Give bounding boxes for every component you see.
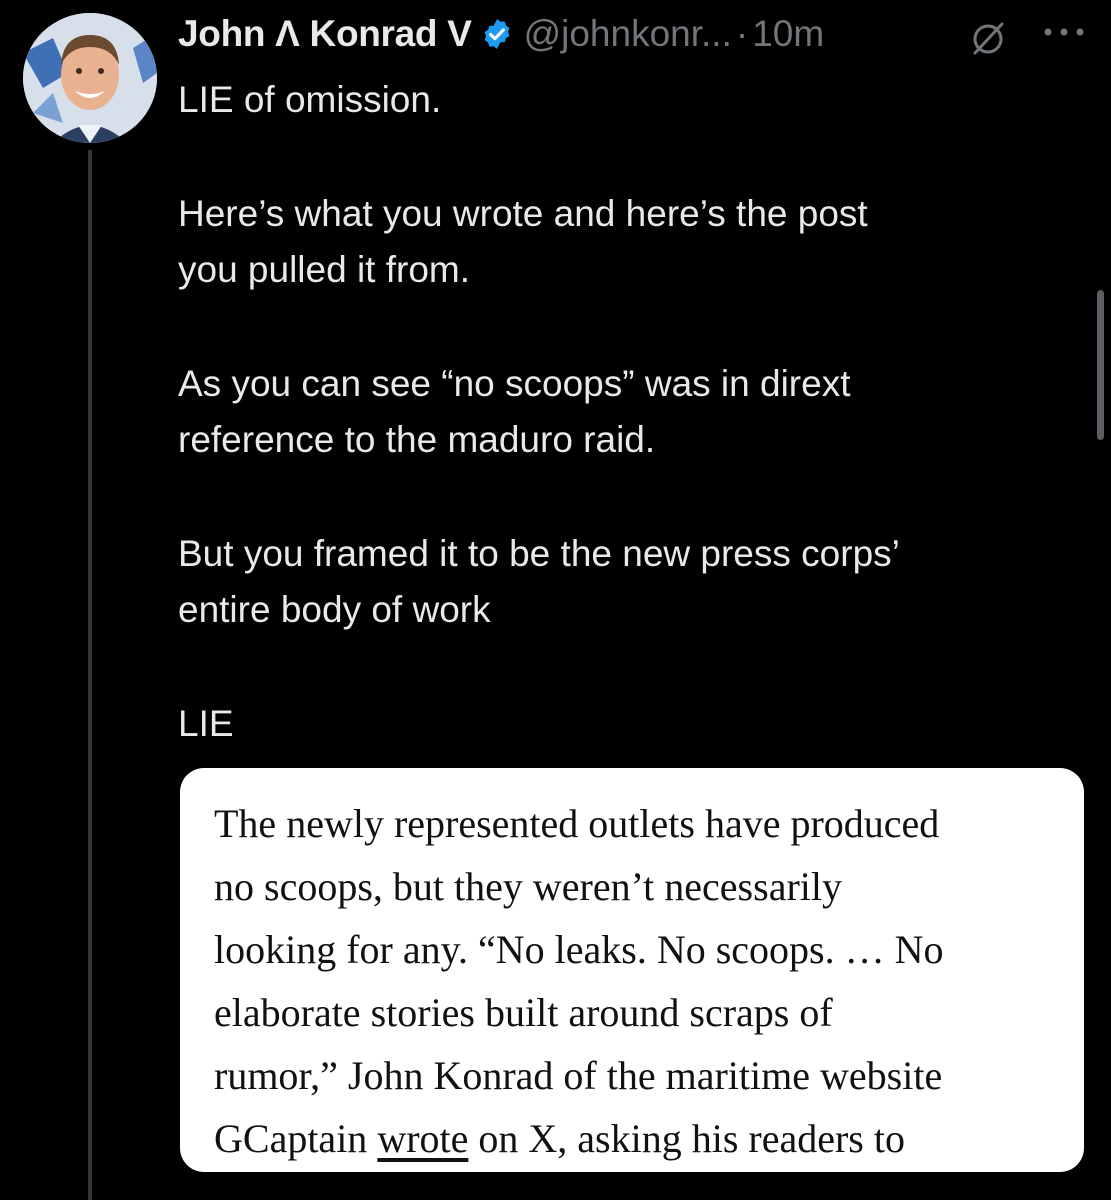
- quote-line: rumor,” John Konrad of the maritime webs…: [214, 1053, 943, 1098]
- quote-text: GCaptain: [214, 1116, 378, 1161]
- avatar-photo: [23, 13, 157, 143]
- author-handle[interactable]: @johnkonr...: [524, 13, 732, 55]
- scrollbar[interactable]: [1097, 290, 1104, 440]
- grok-icon[interactable]: [968, 18, 1008, 58]
- separator-dot: ·: [735, 13, 749, 54]
- attached-image[interactable]: The newly represented outlets have produ…: [180, 768, 1084, 1172]
- display-name[interactable]: John Λ Konrad V: [178, 13, 472, 55]
- avatar[interactable]: [23, 13, 157, 143]
- verified-badge-icon: [480, 17, 514, 51]
- more-icon[interactable]: [1040, 24, 1088, 40]
- quote-line: GCaptain wrote on X, asking his readers …: [214, 1107, 1050, 1170]
- tweet-line: entire body of work: [178, 589, 491, 630]
- tweet-text: LIE of omission. Here’s what you wrote a…: [178, 72, 1058, 752]
- tweet-line: But you framed it to be the new press co…: [178, 533, 900, 574]
- quote-line: looking for any. “No leaks. No scoops. ……: [214, 927, 944, 972]
- timestamp[interactable]: 10m: [752, 13, 824, 55]
- quote-line: no scoops, but they weren’t necessarily: [214, 864, 842, 909]
- tweet-line: you pulled it from.: [178, 249, 471, 290]
- tweet-header: John Λ Konrad V @johnkonr... · 10m: [178, 12, 824, 56]
- tweet-line: As you can see “no scoops” was in dirext: [178, 363, 851, 404]
- tweet-line: LIE: [178, 703, 234, 744]
- tweet-line: Here’s what you wrote and here’s the pos…: [178, 193, 868, 234]
- thread-line: [88, 150, 92, 1200]
- quote-line: The newly represented outlets have produ…: [214, 801, 940, 846]
- quote-text: on X, asking his readers to: [468, 1116, 905, 1161]
- tweet-line: reference to the maduro raid.: [178, 419, 656, 460]
- tweet-line: LIE of omission.: [178, 79, 442, 120]
- quote-line: elaborate stories built around scraps of: [214, 990, 833, 1035]
- wrote-link: wrote: [377, 1116, 469, 1161]
